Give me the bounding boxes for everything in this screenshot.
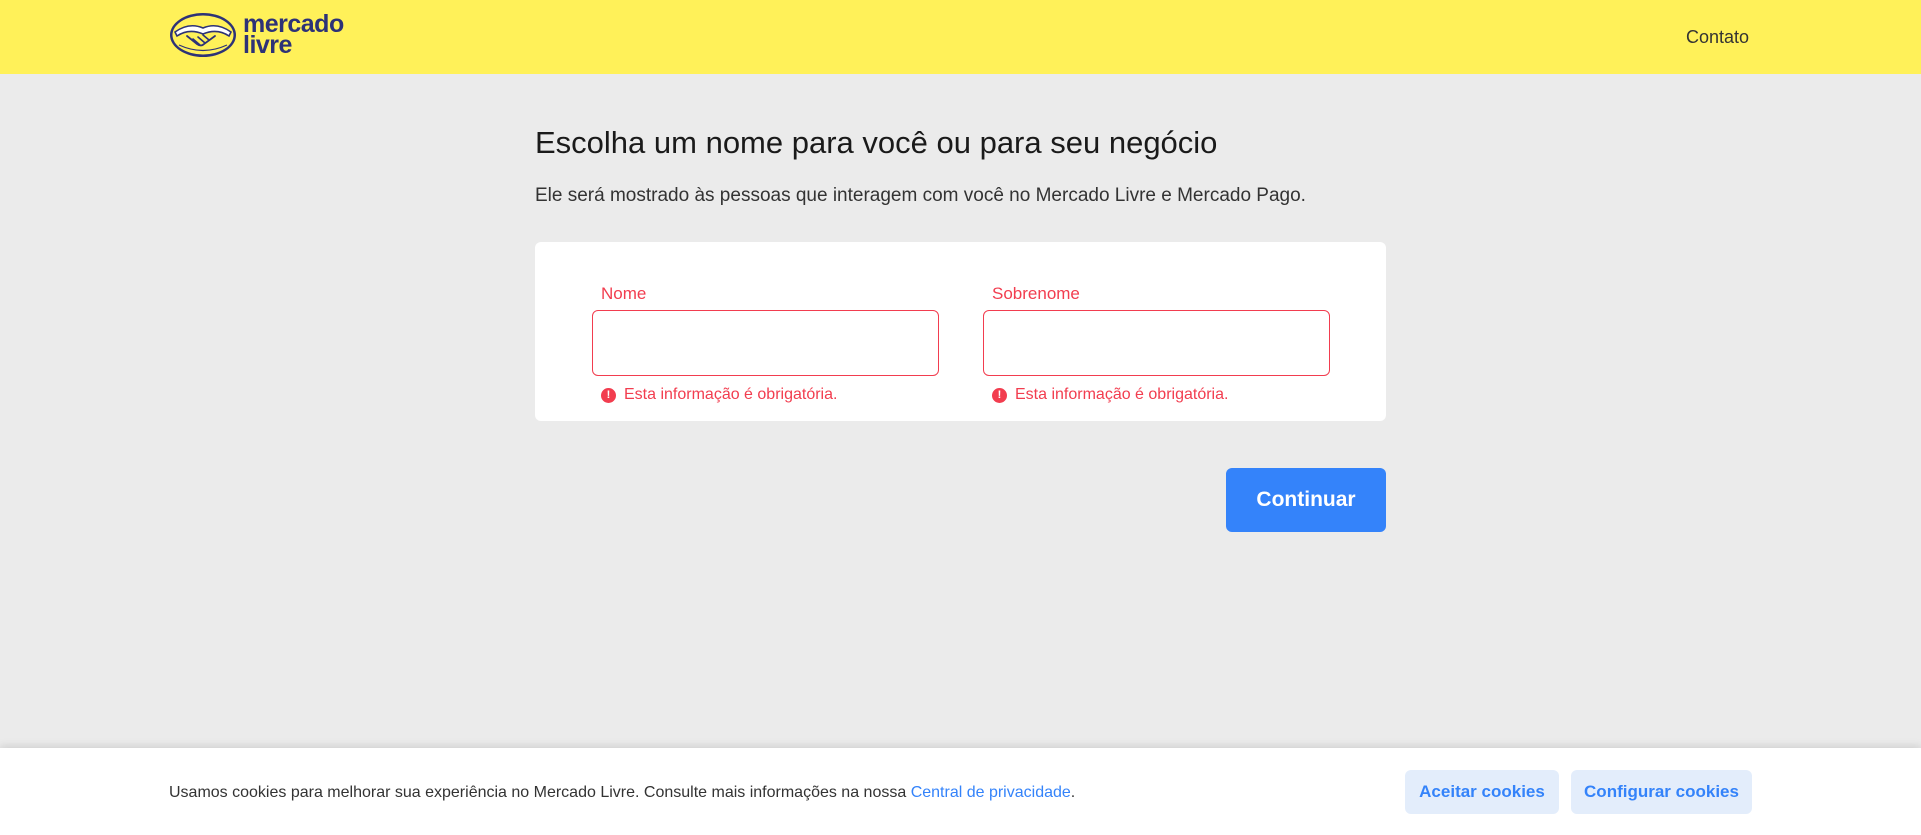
cookie-message-text: Usamos cookies para melhorar sua experiê… <box>169 784 911 801</box>
last-name-field: Sobrenome ! Esta informação é obrigatóri… <box>983 284 1330 404</box>
exclamation-circle-icon: ! <box>992 387 1007 403</box>
first-name-input[interactable] <box>592 310 939 376</box>
first-name-field: Nome ! Esta informação é obrigatória. <box>592 284 939 404</box>
handshake-logo-icon <box>170 13 236 57</box>
cookie-banner: Usamos cookies para melhorar sua experiê… <box>0 748 1921 835</box>
configure-cookies-button[interactable]: Configurar cookies <box>1571 770 1752 814</box>
logo-wordmark: mercado livre <box>243 12 344 59</box>
continue-button[interactable]: Continuar <box>1226 468 1386 532</box>
last-name-error-text: Esta informação é obrigatória. <box>1015 386 1229 403</box>
last-name-input[interactable] <box>983 310 1330 376</box>
cookie-message: Usamos cookies para melhorar sua experiê… <box>169 784 1075 802</box>
first-name-error: ! Esta informação é obrigatória. <box>601 386 939 404</box>
privacy-center-link[interactable]: Central de privacidade <box>911 784 1071 801</box>
contact-link[interactable]: Contato <box>1686 27 1749 48</box>
name-form-card: Nome ! Esta informação é obrigatória. So… <box>535 242 1386 421</box>
cookie-message-end: . <box>1070 784 1076 801</box>
mercado-livre-logo[interactable]: mercado livre <box>169 12 353 58</box>
exclamation-circle-icon: ! <box>601 387 616 403</box>
accept-cookies-button[interactable]: Aceitar cookies <box>1405 770 1559 814</box>
first-name-label: Nome <box>601 284 647 303</box>
last-name-label: Sobrenome <box>992 284 1080 303</box>
last-name-error: ! Esta informação é obrigatória. <box>992 386 1330 404</box>
page-title: Escolha um nome para você ou para seu ne… <box>535 125 1218 160</box>
first-name-error-text: Esta informação é obrigatória. <box>624 386 838 403</box>
header: mercado livre Contato <box>0 0 1921 74</box>
page-subtitle: Ele será mostrado às pessoas que interag… <box>535 185 1306 206</box>
logo-line2: livre <box>243 31 292 59</box>
